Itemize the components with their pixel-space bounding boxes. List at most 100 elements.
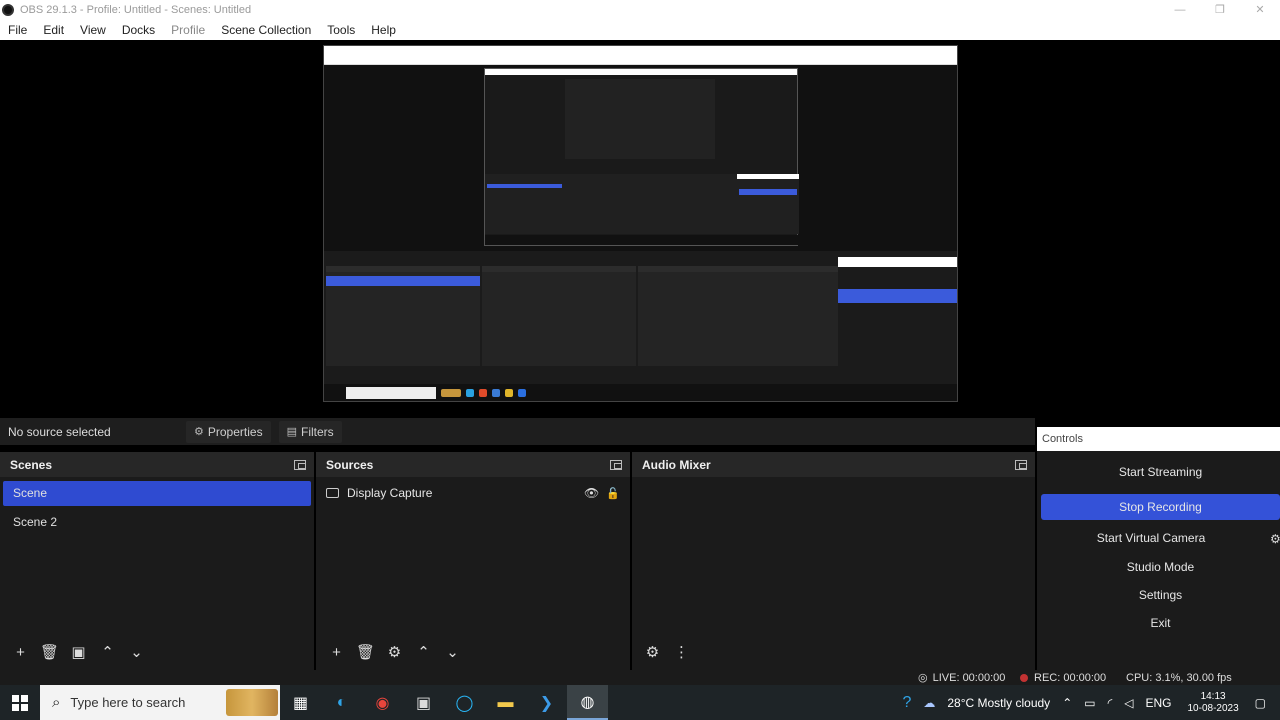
- menu-edit[interactable]: Edit: [35, 23, 72, 37]
- menu-view[interactable]: View: [72, 23, 114, 37]
- network-icon[interactable]: ▭: [1084, 696, 1095, 710]
- preview-lion-icon: [441, 388, 461, 397]
- task-view-icon[interactable]: ▦: [280, 685, 321, 720]
- menu-profile[interactable]: Profile: [163, 23, 213, 37]
- source-properties-icon[interactable]: ⚙: [380, 639, 409, 665]
- source-status: No source selected: [8, 424, 111, 439]
- scenes-dock-header: Scenes: [0, 452, 314, 477]
- search-icon: ⌕: [52, 694, 61, 711]
- menu-help[interactable]: Help: [363, 23, 404, 37]
- windows-logo-icon: [12, 694, 28, 711]
- live-time: LIVE: 00:00:00: [932, 671, 1006, 684]
- clock-date: 10-08-2023: [1187, 702, 1239, 714]
- live-status: ◎ LIVE: 00:00:00: [918, 670, 1005, 685]
- chevron-up-icon[interactable]: ⌃: [1062, 696, 1072, 710]
- menu-tools[interactable]: Tools: [319, 23, 363, 37]
- move-down-icon[interactable]: ⌄: [438, 639, 467, 665]
- close-button[interactable]: ✕: [1240, 0, 1280, 19]
- start-streaming-button[interactable]: Start Streaming: [1041, 459, 1280, 485]
- scene-filters-icon[interactable]: ▣: [64, 639, 93, 665]
- notification-icon[interactable]: ▢: [1255, 696, 1266, 710]
- rec-time: REC: 00:00:00: [1034, 671, 1107, 684]
- window-title: OBS 29.1.3 - Profile: Untitled - Scenes:…: [20, 3, 252, 16]
- language-indicator[interactable]: ENG: [1145, 696, 1171, 710]
- window-controls: — ❐ ✕: [1160, 0, 1280, 19]
- preview-nested-taskbar: [485, 235, 799, 245]
- scene-item[interactable]: Scene 2: [3, 510, 311, 535]
- file-explorer-icon[interactable]: ▬: [485, 685, 526, 720]
- wifi-icon[interactable]: ◜: [1108, 696, 1113, 710]
- windows-taskbar: ⌕ Type here to search ▦ ◐ ◉ ▣ ◯ ▬ ❯ ◍ ? …: [0, 685, 1280, 720]
- record-icon: [1020, 673, 1028, 682]
- menu-scene-collection[interactable]: Scene Collection: [213, 23, 319, 37]
- audio-mixer-header: Audio Mixer: [632, 452, 1035, 477]
- advanced-audio-icon[interactable]: ⚙: [638, 639, 667, 665]
- properties-label: Properties: [207, 424, 263, 439]
- search-highlight-image: [226, 689, 278, 716]
- source-item[interactable]: Display Capture 👁 🔓: [316, 482, 630, 504]
- taskbar-search[interactable]: ⌕ Type here to search: [40, 685, 280, 720]
- virtual-camera-gear-icon[interactable]: ⚙: [1270, 532, 1280, 546]
- help-icon[interactable]: ?: [902, 694, 911, 712]
- studio-mode-button[interactable]: Studio Mode: [1041, 554, 1280, 580]
- sources-dock-title: Sources: [326, 457, 374, 472]
- settings-button[interactable]: Settings: [1041, 582, 1280, 608]
- obs-taskbar-icon[interactable]: ◍: [567, 685, 608, 720]
- minimize-button[interactable]: —: [1160, 0, 1200, 19]
- cpu-status: CPU: 3.1%, 30.00 fps: [1126, 671, 1232, 684]
- volume-icon[interactable]: ◁: [1124, 696, 1133, 710]
- preview-sources-dock: [482, 266, 636, 366]
- stop-recording-button[interactable]: Stop Recording: [1041, 494, 1280, 520]
- obs-logo-icon: [2, 3, 14, 16]
- maximize-button[interactable]: ❐: [1200, 0, 1240, 19]
- properties-button[interactable]: ⚙ Properties: [186, 420, 271, 443]
- undock-icon[interactable]: [610, 459, 622, 470]
- preview-canvas[interactable]: [323, 45, 958, 402]
- scene-item[interactable]: Scene: [3, 481, 311, 506]
- move-up-icon[interactable]: ⌃: [409, 639, 438, 665]
- preview-audio-dock: [638, 266, 838, 366]
- vscode-icon[interactable]: ❯: [526, 685, 567, 720]
- weather-text[interactable]: 28°C Mostly cloudy: [947, 696, 1050, 710]
- move-up-icon[interactable]: ⌃: [93, 639, 122, 665]
- eye-icon[interactable]: 👁: [584, 486, 599, 500]
- filters-button[interactable]: ▤ Filters: [278, 420, 342, 443]
- start-button[interactable]: [0, 685, 40, 720]
- preview-nested-bar: [485, 69, 797, 75]
- exit-button[interactable]: Exit: [1041, 610, 1280, 636]
- preview-nested-menubar: [324, 56, 957, 65]
- undock-icon[interactable]: [1015, 459, 1027, 470]
- menu-docks[interactable]: Docks: [114, 23, 163, 37]
- add-scene-icon[interactable]: +: [6, 639, 35, 665]
- lock-icon[interactable]: 🔓: [606, 487, 620, 500]
- start-virtual-camera-button[interactable]: Start Virtual Camera: [1041, 525, 1261, 551]
- preview-nested-selected-scene: [487, 184, 562, 188]
- status-bar: ◎ LIVE: 00:00:00 REC: 00:00:00 CPU: 3.1%…: [0, 670, 1280, 685]
- preview-nested-stop-recording: [739, 189, 797, 195]
- menu-file[interactable]: File: [0, 23, 35, 37]
- move-down-icon[interactable]: ⌄: [122, 639, 151, 665]
- filter-icon: ▤: [286, 426, 297, 438]
- edge-icon[interactable]: ◐: [321, 685, 362, 720]
- scenes-footer: + 🗑 ▣ ⌃ ⌄: [0, 634, 314, 670]
- title-bar: OBS 29.1.3 - Profile: Untitled - Scenes:…: [0, 0, 1280, 19]
- more-options-icon[interactable]: ⋮: [667, 639, 696, 665]
- sources-dock: Sources Display Capture 👁 🔓 + 🗑 ⚙ ⌃ ⌄: [316, 452, 630, 670]
- remove-scene-icon[interactable]: 🗑: [35, 639, 64, 665]
- preview-controls-header: [838, 257, 957, 267]
- store-icon[interactable]: ▣: [403, 685, 444, 720]
- preview-taskbar-search: [346, 386, 436, 399]
- preview-store-icon: [492, 388, 500, 397]
- scenes-dock-title: Scenes: [10, 457, 53, 472]
- preview-nested-titlebar: [324, 46, 957, 56]
- chrome-icon[interactable]: ◉: [362, 685, 403, 720]
- undock-icon[interactable]: [294, 459, 306, 470]
- add-source-icon[interactable]: +: [322, 639, 351, 665]
- scenes-dock: Scenes Scene Scene 2 + 🗑 ▣ ⌃ ⌄: [0, 452, 314, 670]
- system-tray: ? ☁ 28°C Mostly cloudy ⌃ ▭ ◜ ◁ ENG 14:13…: [896, 685, 1280, 720]
- audio-mixer-title: Audio Mixer: [642, 457, 711, 472]
- clock[interactable]: 14:13 10-08-2023: [1188, 691, 1239, 715]
- cortana-icon[interactable]: ◯: [444, 685, 485, 720]
- remove-source-icon[interactable]: 🗑: [351, 639, 380, 665]
- preview-scenes-dock: [326, 266, 480, 366]
